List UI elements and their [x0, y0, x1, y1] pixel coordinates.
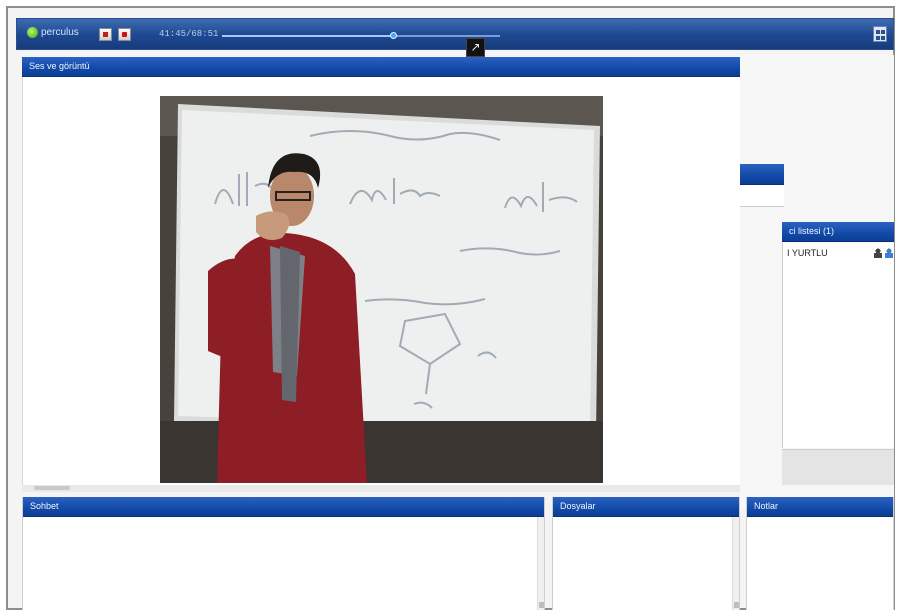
- video-stream[interactable]: [160, 96, 603, 483]
- users-panel-header: ci listesi (1): [782, 222, 894, 242]
- player-toolbar: perculus 41:45/68:51 ↗: [16, 18, 894, 57]
- chat-panel-title: Sohbet: [30, 501, 59, 511]
- users-panel-footer: [782, 449, 894, 485]
- webcam-user-icon: [874, 248, 882, 258]
- logo-text: perculus: [41, 27, 79, 38]
- notes-panel: Notlar: [746, 497, 894, 610]
- layout-button[interactable]: [873, 26, 887, 42]
- stop-button[interactable]: [99, 28, 112, 41]
- user-name: I YURTLU: [787, 248, 828, 258]
- record-icon: [122, 32, 127, 37]
- video-panel-header: Ses ve görüntü: [22, 57, 740, 77]
- users-panel-title: ci listesi (1): [789, 226, 835, 236]
- playback-time: 41:45/68:51: [159, 29, 219, 39]
- notes-panel-header: Notlar: [747, 497, 893, 517]
- scroll-down-icon[interactable]: [734, 602, 739, 608]
- chat-panel-header: Sohbet: [23, 497, 544, 517]
- lecture-video-frame: [160, 96, 603, 483]
- logo-icon: [27, 27, 38, 38]
- notes-panel-title: Notlar: [754, 501, 779, 511]
- stop-icon: [103, 32, 108, 37]
- files-panel: Dosyalar: [552, 497, 740, 610]
- list-item[interactable]: I YURTLU: [787, 248, 893, 258]
- popout-button[interactable]: ↗: [466, 38, 485, 57]
- video-panel-title: Ses ve görüntü: [29, 61, 90, 71]
- hidden-panel-header: [740, 164, 784, 185]
- chat-panel: Sohbet: [22, 497, 545, 610]
- users-list: I YURTLU: [782, 243, 894, 448]
- files-panel-header: Dosyalar: [553, 497, 739, 517]
- files-scrollbar[interactable]: [732, 517, 739, 610]
- scrollbar-thumb[interactable]: [34, 486, 70, 490]
- files-panel-title: Dosyalar: [560, 501, 596, 511]
- video-panel-scrollbar[interactable]: [22, 485, 740, 492]
- external-link-icon: ↗: [470, 40, 481, 54]
- hidden-panel-body: [740, 185, 784, 207]
- seek-slider[interactable]: [222, 32, 500, 39]
- seek-progress: [222, 35, 395, 37]
- user-icon: [885, 248, 893, 258]
- layout-icon: [876, 30, 880, 34]
- scroll-down-icon[interactable]: [539, 602, 544, 608]
- seek-handle[interactable]: [390, 32, 398, 39]
- app-logo: perculus: [27, 27, 79, 38]
- chat-scrollbar[interactable]: [537, 517, 544, 610]
- record-button[interactable]: [118, 28, 131, 41]
